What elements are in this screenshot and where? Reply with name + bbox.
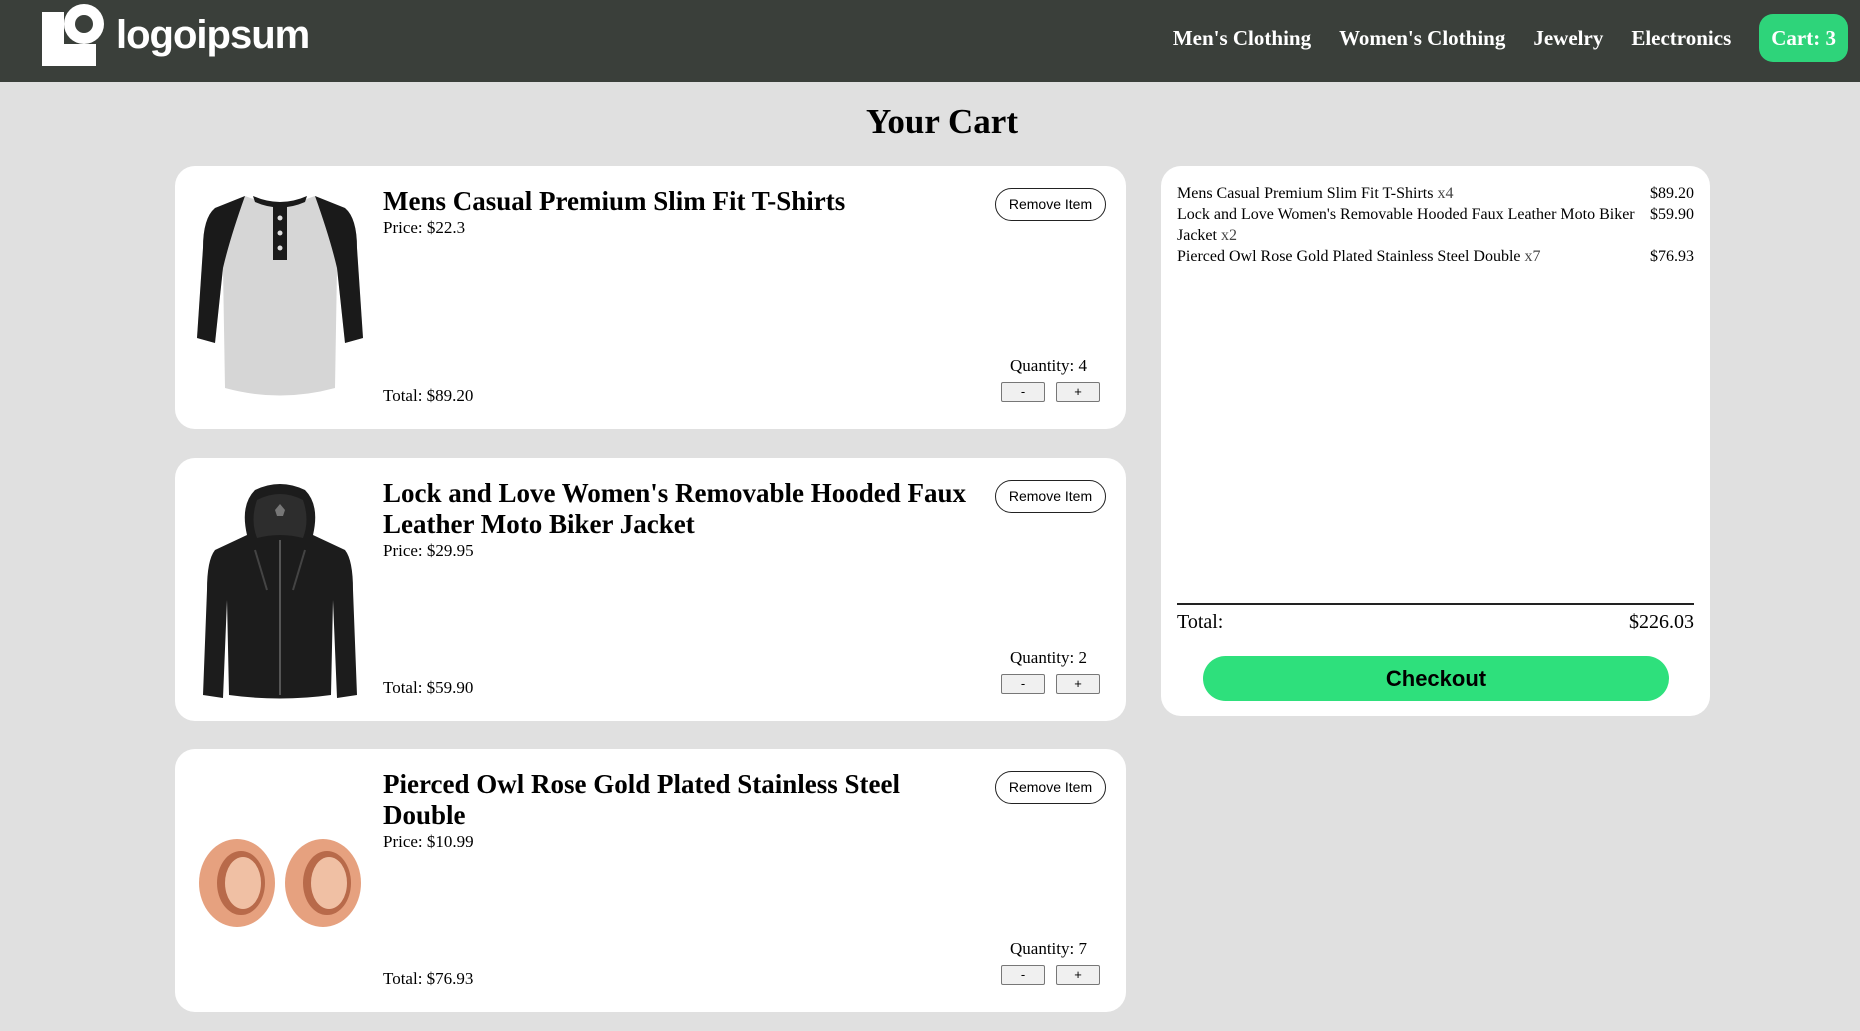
cart-item: Mens Casual Premium Slim Fit T-Shirts Pr… [175, 166, 1126, 429]
quantity-label: Quantity: 2 [1010, 648, 1087, 667]
summary-line-price: $59.90 [1650, 206, 1694, 223]
item-total: Total: $76.93 [383, 969, 474, 988]
decrease-quantity-button[interactable]: - [1001, 965, 1045, 985]
item-total: Total: $59.90 [383, 678, 474, 697]
order-summary: Mens Casual Premium Slim Fit T-Shirts x4… [1161, 166, 1710, 716]
summary-line-name: Mens Casual Premium Slim Fit T-Shirts x4 [1177, 183, 1637, 204]
summary-line-price: $89.20 [1650, 185, 1694, 202]
checkout-button[interactable]: Checkout [1203, 656, 1669, 701]
increase-quantity-button[interactable]: + [1056, 674, 1100, 694]
summary-total-label: Total: [1177, 611, 1224, 633]
increase-quantity-button[interactable]: + [1056, 965, 1100, 985]
decrease-quantity-button[interactable]: - [1001, 382, 1045, 402]
cart-item: Pierced Owl Rose Gold Plated Stainless S… [175, 749, 1126, 1012]
rose-gold-plugs-icon [199, 839, 361, 927]
logo[interactable]: logoipsum [42, 3, 310, 67]
summary-line-qty: x7 [1524, 248, 1541, 265]
item-price: Price: $29.95 [383, 541, 474, 560]
main-nav: Men's Clothing Women's Clothing Jewelry … [1173, 14, 1848, 62]
increase-quantity-button[interactable]: + [1056, 382, 1100, 402]
nav-jewelry[interactable]: Jewelry [1533, 26, 1603, 51]
summary-line-qty: x2 [1220, 227, 1237, 244]
item-total: Total: $89.20 [383, 386, 474, 405]
item-name-text: Mens Casual Premium Slim Fit T-Shirts [383, 186, 846, 216]
summary-line: Pierced Owl Rose Gold Plated Stainless S… [1177, 246, 1694, 267]
item-price: Price: $22.3 [383, 218, 466, 237]
nav-womens-clothing[interactable]: Women's Clothing [1339, 26, 1505, 51]
remove-item-button[interactable]: Remove Item [995, 480, 1106, 513]
decrease-quantity-button[interactable]: - [1001, 674, 1045, 694]
logo-text: logoipsum [116, 12, 310, 57]
summary-total-value: $226.03 [1629, 611, 1694, 633]
cart-item: Lock and Love Women's Removable Hooded F… [175, 458, 1126, 721]
item-name: Pierced Owl Rose Gold Plated Stainless S… [383, 769, 983, 853]
summary-line-title: Lock and Love Women's Removable Hooded F… [1177, 206, 1635, 244]
summary-line-title: Pierced Owl Rose Gold Plated Stainless S… [1177, 248, 1521, 265]
top-navbar: logoipsum Men's Clothing Women's Clothin… [0, 0, 1860, 82]
quantity-label: Quantity: 7 [1010, 939, 1087, 958]
item-name-text: Lock and Love Women's Removable Hooded F… [383, 478, 967, 539]
item-name: Mens Casual Premium Slim Fit T-Shirts Pr… [383, 186, 983, 239]
quantity-label: Quantity: 4 [1010, 356, 1087, 375]
nav-mens-clothing[interactable]: Men's Clothing [1173, 26, 1311, 51]
summary-line: Mens Casual Premium Slim Fit T-Shirts x4… [1177, 183, 1694, 204]
hooded-jacket-icon [203, 484, 357, 699]
page-title: Your Cart [866, 102, 1018, 141]
item-price: Price: $10.99 [383, 832, 474, 851]
summary-line-qty: x4 [1437, 185, 1454, 202]
remove-item-button[interactable]: Remove Item [995, 188, 1106, 221]
summary-line-price: $76.93 [1650, 248, 1694, 265]
item-name-text: Pierced Owl Rose Gold Plated Stainless S… [383, 769, 900, 830]
nav-electronics[interactable]: Electronics [1631, 26, 1731, 51]
summary-divider [1177, 603, 1694, 605]
logo-mark-icon [42, 4, 104, 66]
item-name: Lock and Love Women's Removable Hooded F… [383, 478, 983, 562]
summary-line-name: Pierced Owl Rose Gold Plated Stainless S… [1177, 246, 1637, 267]
remove-item-button[interactable]: Remove Item [995, 771, 1106, 804]
raglan-tshirt-icon [197, 196, 363, 396]
summary-line-title: Mens Casual Premium Slim Fit T-Shirts [1177, 185, 1434, 202]
cart-button[interactable]: Cart: 3 [1759, 14, 1848, 62]
summary-line-name: Lock and Love Women's Removable Hooded F… [1177, 204, 1637, 246]
summary-line: Lock and Love Women's Removable Hooded F… [1177, 204, 1694, 246]
